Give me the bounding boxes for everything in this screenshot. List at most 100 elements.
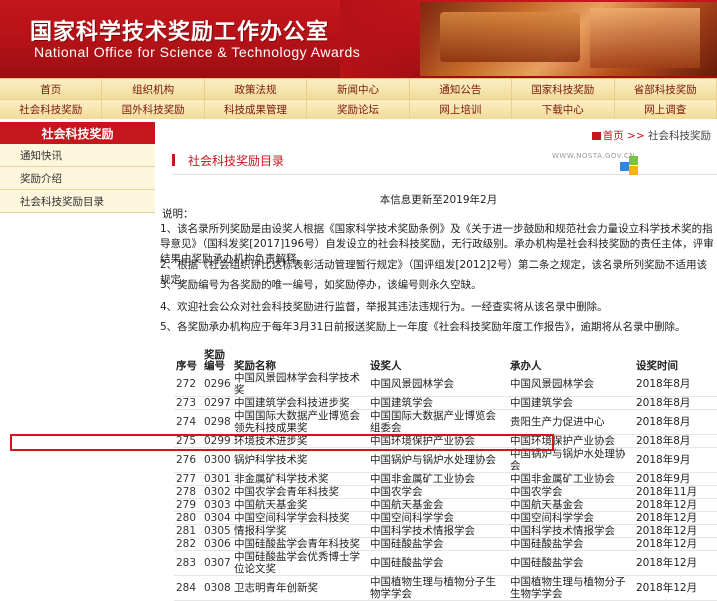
cell-date: 2018年8月 [634, 396, 717, 410]
cell-founder: 中国锅炉与锅炉水处理协会 [368, 447, 508, 473]
cell-date: 2018年8月 [634, 434, 717, 448]
nav-item-provincial-awards[interactable]: 省部科技奖励 [614, 79, 717, 99]
cell-organizer: 中国科学技术情报学会 [508, 524, 634, 538]
nav-item-training[interactable]: 网上培训 [409, 99, 513, 119]
nav-item-foreign-awards[interactable]: 国外科技奖励 [102, 99, 205, 119]
cell-date: 2018年12月 [634, 537, 717, 551]
section-marker [172, 154, 175, 166]
cell-seq: 281 [174, 524, 202, 538]
cell-organizer: 中国风景园林学会 [508, 372, 634, 397]
cell-founder: 中国空间科学学会 [368, 511, 508, 525]
cell-award-name: 中国国际大数据产业博览会领先科技成果奖 [232, 409, 368, 435]
sidebar-item-award-catalog[interactable]: 社会科技奖励目录 [0, 190, 155, 213]
sidebar-title: 社会科技奖励 [0, 122, 155, 144]
cell-award-name: 中国建筑学会科技进步奖 [232, 396, 368, 410]
section-header: 社会科技奖励目录 WWW.NOSTA.GOV.CN [172, 146, 717, 175]
col-header-founder: 设奖人 [370, 360, 402, 372]
cell-code: 0302 [202, 485, 232, 499]
cell-award-name: 情报科学奖 [232, 524, 368, 538]
cell-founder: 中国硅酸盐学会 [368, 550, 508, 576]
breadcrumb: 首页 >> 社会科技奖励 [591, 128, 711, 143]
cell-date: 2018年9月 [634, 472, 717, 486]
main-nav: 首页 组织机构 政策法规 新闻中心 通知公告 国家科技奖励 省部科技奖励 社会科… [0, 78, 717, 119]
site-header: 国家科学技术奖励工作办公室 National Office for Scienc… [0, 0, 717, 78]
cell-code: 0300 [202, 447, 232, 473]
cell-seq: 272 [174, 372, 202, 397]
cell-organizer: 中国农学会 [508, 485, 634, 499]
cell-date: 2018年8月 [634, 372, 717, 397]
cell-organizer: 中国硅酸盐学会 [508, 537, 634, 551]
cell-award-name: 中国硅酸盐学会优秀博士学位论文奖 [232, 550, 368, 576]
table-row: 280 0304 中国空间科学学会科技奖 中国空间科学学会 中国空间科学学会 2018年1… [174, 511, 717, 525]
main-content: 首页 >> 社会科技奖励 社会科技奖励目录 WWW.NOSTA.GOV.CN 本… [160, 122, 717, 601]
nav-item-download[interactable]: 下载中心 [512, 99, 615, 119]
cell-code: 0303 [202, 498, 232, 512]
nav-item-achievement-mgmt[interactable]: 科技成果管理 [204, 99, 308, 119]
nav-item-notices[interactable]: 通知公告 [409, 79, 513, 99]
section-title: 社会科技奖励目录 [188, 154, 285, 168]
breadcrumb-current[interactable]: 社会科技奖励 [648, 130, 711, 142]
update-notice: 本信息更新至2019年2月 [379, 194, 498, 206]
sidebar-item-news-flash[interactable]: 通知快讯 [0, 144, 155, 167]
cell-date: 2018年8月 [634, 409, 717, 435]
cell-code: 0297 [202, 396, 232, 410]
cell-award-name: 卫志明青年创新奖 [232, 575, 368, 601]
table-row: 276 0300 锅炉科学技术奖 中国锅炉与锅炉水处理协会 中国锅炉与锅炉水处理协会 20… [174, 447, 717, 473]
table-row: 284 0308 卫志明青年创新奖 中国植物生理与植物分子生物学学会 中国植物生理与植物… [174, 575, 717, 601]
nav-item-home[interactable]: 首页 [0, 79, 103, 99]
cell-seq: 279 [174, 498, 202, 512]
cell-organizer: 中国非金属矿工业协会 [508, 472, 634, 486]
cell-seq: 277 [174, 472, 202, 486]
cell-date: 2018年12月 [634, 524, 717, 538]
cell-date: 2018年12月 [634, 498, 717, 512]
nav-item-forum[interactable]: 奖励论坛 [307, 99, 410, 119]
cell-award-name: 锅炉科学技术奖 [232, 447, 368, 473]
cell-seq: 280 [174, 511, 202, 525]
nav-item-policy[interactable]: 政策法规 [204, 79, 308, 99]
cell-seq: 278 [174, 485, 202, 499]
cell-code: 0305 [202, 524, 232, 538]
cell-organizer: 中国建筑学会 [508, 396, 634, 410]
cell-founder: 中国植物生理与植物分子生物学学会 [368, 575, 508, 601]
notes-label: 说明： [162, 208, 194, 220]
cell-founder: 中国国际大数据产业博览会组委会 [368, 409, 508, 435]
nav-item-news[interactable]: 新闻中心 [307, 79, 410, 99]
table-row: 283 0307 中国硅酸盐学会优秀博士学位论文奖 中国硅酸盐学会 中国硅酸盐学会 201… [174, 550, 717, 576]
nav-item-social-awards[interactable]: 社会科技奖励 [0, 99, 103, 119]
home-icon [591, 132, 601, 140]
cell-seq: 274 [174, 409, 202, 435]
sidebar: 社会科技奖励 通知快讯 奖励介绍 社会科技奖励目录 [0, 122, 155, 576]
cell-organizer: 中国锅炉与锅炉水处理协会 [508, 447, 634, 473]
table-row: 273 0297 中国建筑学会科技进步奖 中国建筑学会 中国建筑学会 2018年8月 [174, 396, 717, 410]
cell-award-name: 中国农学会青年科技奖 [232, 485, 368, 499]
note-3: 3、奖励编号为各奖励的唯一编号，如奖励停办，该编号则永久空缺。 [160, 279, 482, 291]
site-title: 国家科学技术奖励工作办公室 [30, 20, 330, 45]
col-header-organizer: 承办人 [510, 360, 542, 372]
nav-item-organization[interactable]: 组织机构 [102, 79, 205, 99]
nav-item-survey[interactable]: 网上调查 [614, 99, 717, 119]
cell-date: 2018年9月 [634, 447, 717, 473]
cell-seq: 284 [174, 575, 202, 601]
cell-award-name: 中国硅酸盐学会青年科技奖 [232, 537, 368, 551]
cube-logo-icon [620, 156, 644, 176]
sidebar-item-award-intro[interactable]: 奖励介绍 [0, 167, 155, 190]
cell-founder: 中国农学会 [368, 485, 508, 499]
cell-code: 0307 [202, 550, 232, 576]
site-subtitle: National Office for Science & Technology… [34, 44, 361, 60]
cell-seq: 283 [174, 550, 202, 576]
nav-item-national-awards[interactable]: 国家科技奖励 [512, 79, 615, 99]
cell-organizer: 贵阳生产力促进中心 [508, 409, 634, 435]
cell-award-name: 中国空间科学学会科技奖 [232, 511, 368, 525]
nav-row-1: 首页 组织机构 政策法规 新闻中心 通知公告 国家科技奖励 省部科技奖励 [0, 79, 717, 99]
table-row: 278 0302 中国农学会青年科技奖 中国农学会 中国农学会 2018年11月 [174, 485, 717, 499]
cell-code: 0298 [202, 409, 232, 435]
header-photo [420, 2, 717, 76]
cell-date: 2018年12月 [634, 550, 717, 576]
col-header-name: 奖励名称 [234, 360, 276, 372]
table-row: 277 0301 非金属矿科学技术奖 中国非金属矿工业协会 中国非金属矿工业协会 2018… [174, 472, 717, 486]
table-row: 274 0298 中国国际大数据产业博览会领先科技成果奖 中国国际大数据产业博览会组委… [174, 409, 717, 435]
table-row: 279 0303 中国航天基金奖 中国航天基金会 中国航天基金会 2018年12月 [174, 498, 717, 512]
cell-date: 2018年11月 [634, 485, 717, 499]
cell-founder: 中国非金属矿工业协会 [368, 472, 508, 486]
breadcrumb-home[interactable]: 首页 [603, 130, 624, 142]
